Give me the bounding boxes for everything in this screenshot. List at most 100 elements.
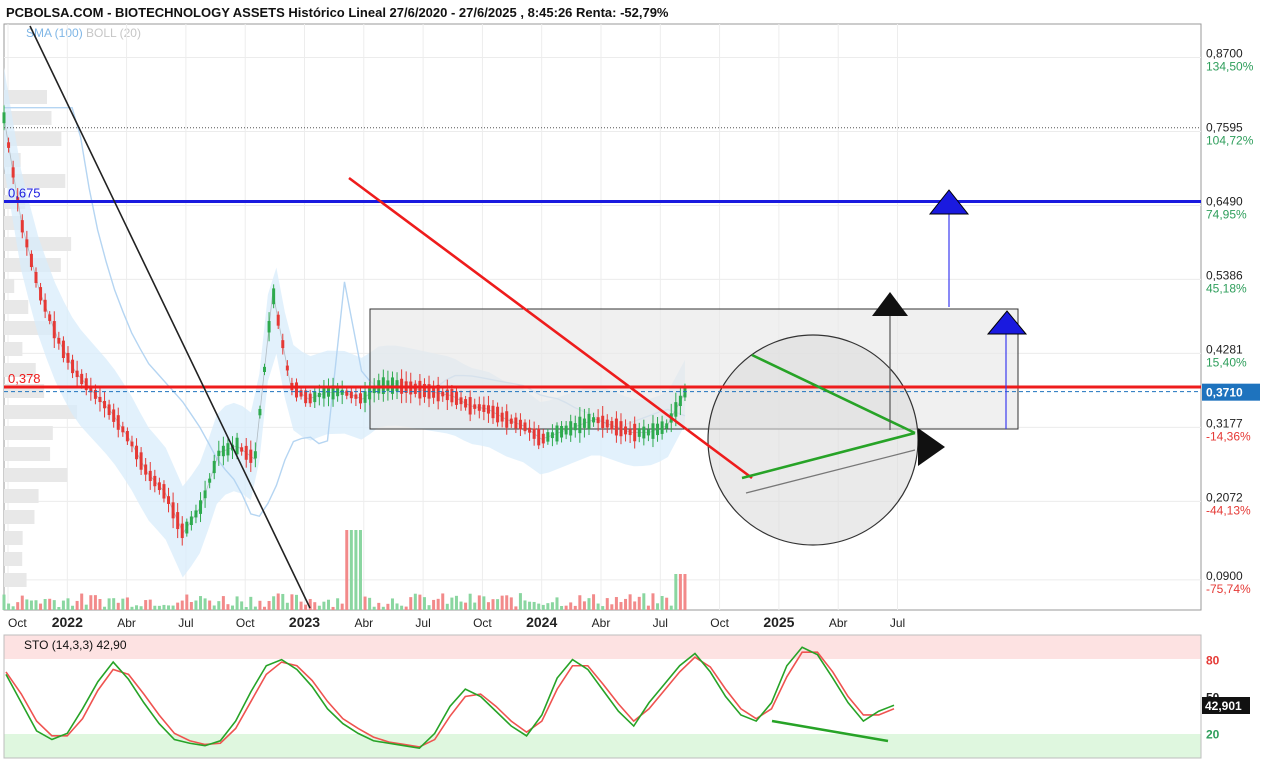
volume-bar	[496, 599, 500, 610]
volume-bar	[582, 601, 586, 610]
x-tick-label: Abr	[592, 616, 611, 630]
y-tick-pct: 74,95%	[1206, 207, 1247, 221]
candle-body	[171, 502, 175, 519]
volume-bar	[276, 593, 280, 610]
volume-bar	[263, 606, 267, 610]
volume-bar	[322, 601, 326, 610]
candle-body	[459, 397, 463, 405]
candle-body	[340, 389, 344, 395]
volume-bar	[267, 600, 271, 610]
candle-body	[80, 373, 84, 385]
candle-body	[258, 408, 262, 416]
candle-body	[144, 464, 148, 475]
volume-bar	[153, 605, 157, 610]
candle-body	[610, 421, 614, 430]
volume-bar	[605, 598, 609, 610]
volume-bar	[550, 602, 554, 610]
volume-profile-bar	[4, 342, 23, 356]
volume-bar	[422, 597, 426, 610]
candle-body	[39, 287, 43, 301]
volume-bar	[409, 597, 413, 610]
volume-bar	[505, 595, 509, 610]
volume-bar	[573, 605, 577, 610]
candle-body	[112, 409, 116, 422]
volume-bar	[71, 605, 75, 610]
volume-profile-bar	[4, 300, 29, 314]
sto-y-tick: 20	[1206, 727, 1220, 741]
volume-bar	[336, 598, 340, 610]
candle-body	[418, 380, 422, 399]
candle-body	[368, 387, 372, 400]
candle-body	[249, 449, 253, 463]
candle-body	[509, 418, 513, 424]
y-tick-pct: -44,13%	[1206, 503, 1251, 517]
volume-bar	[103, 606, 107, 610]
volume-profile-bar	[4, 510, 35, 524]
y-tick-price: 0,5386	[1206, 268, 1243, 282]
candle-body	[683, 387, 687, 398]
volume-bar	[400, 605, 404, 610]
candle-body	[52, 321, 56, 339]
volume-bar	[560, 606, 564, 610]
candle-body	[578, 416, 582, 434]
candle-body	[633, 423, 637, 442]
candle-body	[299, 390, 303, 397]
candle-body	[358, 393, 362, 404]
candle-body	[116, 415, 120, 430]
volume-bar	[381, 606, 385, 610]
candle-body	[208, 478, 212, 483]
volume-bar	[148, 599, 152, 610]
volume-bar	[464, 602, 468, 610]
volume-bar	[372, 606, 376, 610]
volume-bar	[564, 605, 568, 610]
volume-profile-bar	[4, 552, 23, 566]
volume-bar	[217, 601, 221, 610]
candle-body	[226, 443, 230, 456]
candle-body	[573, 423, 577, 431]
y-tick-pct: 104,72%	[1206, 133, 1254, 147]
candle-body	[660, 421, 664, 434]
x-tick-label: Abr	[354, 616, 373, 630]
candle-body	[482, 404, 486, 412]
candle-body	[221, 445, 225, 457]
candle-body	[605, 419, 609, 428]
candle-body	[185, 521, 189, 534]
candle-body	[678, 395, 682, 407]
candle-body	[486, 405, 490, 414]
candle-body	[532, 428, 536, 439]
candle-body	[244, 445, 248, 460]
volume-profile-bar	[4, 489, 39, 503]
volume-bar	[395, 603, 399, 610]
x-tick-label: Abr	[117, 616, 136, 630]
volume-bar	[121, 598, 125, 610]
candle-body	[2, 112, 6, 124]
candle-body	[75, 370, 79, 378]
volume-bar	[610, 604, 614, 610]
y-tick-pct: -14,36%	[1206, 429, 1251, 443]
candle-body	[363, 391, 367, 403]
current-price-text: 0,3710	[1206, 386, 1243, 400]
volume-bar	[436, 598, 440, 610]
candle-body	[592, 417, 596, 423]
volume-bar	[249, 596, 253, 610]
candle-body	[596, 417, 600, 424]
candle-body	[240, 447, 244, 452]
candle-body	[628, 429, 632, 436]
volume-bar	[11, 606, 15, 610]
volume-bar	[354, 530, 358, 610]
volume-bar	[29, 600, 33, 610]
volume-bar	[642, 593, 646, 610]
volume-bar	[546, 603, 550, 610]
volume-bar	[221, 596, 225, 610]
volume-bar	[80, 593, 84, 610]
candle-body	[71, 359, 75, 374]
x-tick-label: 2024	[526, 614, 557, 630]
candle-body	[135, 445, 139, 460]
candle-body	[441, 391, 445, 397]
sto-d-line	[5, 651, 895, 748]
volume-bar	[555, 597, 559, 610]
candle-body	[276, 314, 280, 326]
price-chart[interactable]: 0,675 0,378 0,8700134,50%0,7595104,72%0,…	[0, 0, 1268, 763]
volume-bar	[509, 597, 513, 610]
volume-bar	[683, 574, 687, 610]
